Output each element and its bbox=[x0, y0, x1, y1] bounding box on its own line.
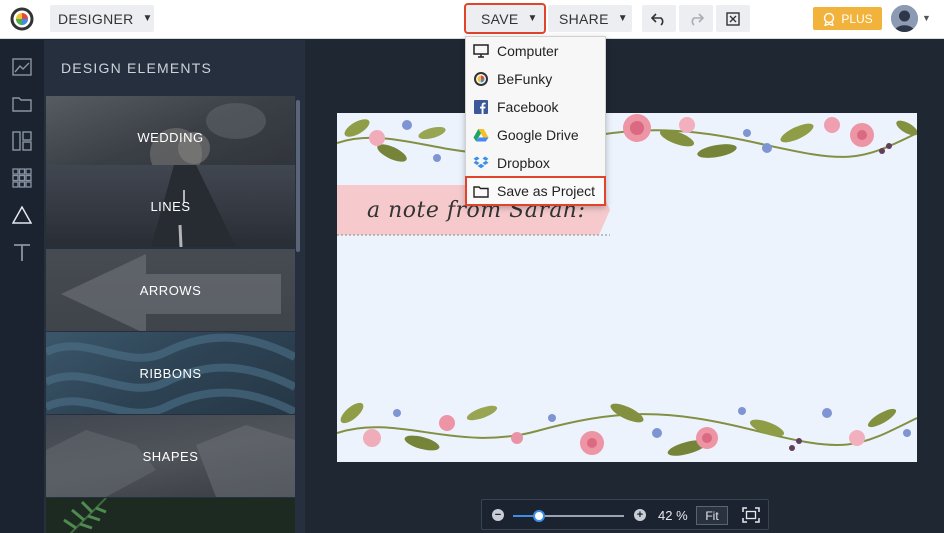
share-label: SHARE bbox=[559, 10, 609, 27]
undo-icon bbox=[651, 12, 664, 26]
tile-label: WEDDING bbox=[137, 129, 204, 145]
save-menu-item-save-as-project[interactable]: Save as Project bbox=[465, 176, 606, 206]
grid-icon[interactable] bbox=[11, 167, 33, 189]
save-menu-item-facebook[interactable]: Facebook bbox=[466, 93, 605, 121]
designer-label: DESIGNER bbox=[58, 10, 134, 27]
chevron-down-icon: ▼ bbox=[527, 13, 538, 24]
close-x-icon bbox=[726, 11, 740, 26]
folder-icon bbox=[473, 183, 489, 199]
befunky-icon bbox=[473, 71, 489, 87]
menu-item-label: Computer bbox=[497, 43, 559, 59]
floral-border-artwork bbox=[337, 114, 917, 456]
chart-icon[interactable] bbox=[11, 56, 33, 78]
save-label: SAVE bbox=[481, 10, 519, 27]
tool-rail bbox=[0, 40, 44, 533]
tile-label: RIBBONS bbox=[139, 365, 202, 381]
zoom-value: 42 % bbox=[658, 508, 688, 523]
tile-label: SHAPES bbox=[142, 448, 199, 464]
triangle-icon[interactable] bbox=[11, 204, 33, 226]
tile-label: LINES bbox=[150, 198, 191, 214]
panel-scrollbar[interactable] bbox=[296, 100, 300, 252]
zoom-slider[interactable] bbox=[513, 510, 624, 522]
plus-label: PLUS bbox=[841, 11, 873, 26]
save-menu-item-dropbox[interactable]: Dropbox bbox=[466, 149, 605, 177]
fit-button[interactable]: Fit bbox=[696, 506, 728, 525]
zoom-out-button[interactable]: − bbox=[492, 509, 504, 521]
fullscreen-icon[interactable] bbox=[742, 507, 760, 523]
chevron-down-icon: ▼ bbox=[617, 13, 628, 24]
avatar[interactable] bbox=[891, 5, 918, 32]
chevron-down-icon: ▼ bbox=[142, 13, 153, 24]
designer-dropdown[interactable]: DESIGNER ▼ bbox=[50, 5, 154, 32]
menu-item-label: Dropbox bbox=[497, 155, 550, 171]
tile-shapes[interactable]: SHAPES bbox=[46, 415, 295, 497]
undo-button[interactable] bbox=[642, 5, 676, 32]
save-menu-item-computer[interactable]: Computer bbox=[466, 37, 605, 65]
zoom-in-button[interactable]: + bbox=[634, 509, 646, 521]
tile-ribbons[interactable]: RIBBONS bbox=[46, 332, 295, 414]
save-menu-item-befunky[interactable]: BeFunky bbox=[466, 65, 605, 93]
text-icon[interactable] bbox=[11, 241, 33, 263]
google-drive-icon bbox=[473, 127, 489, 143]
plus-badge-icon bbox=[824, 12, 835, 26]
computer-icon bbox=[473, 43, 489, 59]
panel-title: DESIGN ELEMENTS bbox=[61, 60, 213, 76]
folder-icon[interactable] bbox=[11, 92, 33, 114]
dropbox-icon bbox=[473, 155, 489, 171]
design-canvas[interactable]: a note from Sarah: bbox=[337, 113, 917, 462]
befunky-logo-icon[interactable] bbox=[10, 7, 34, 31]
tile-label: ARROWS bbox=[139, 282, 202, 298]
close-button[interactable] bbox=[716, 5, 750, 32]
plus-upgrade-button[interactable]: PLUS bbox=[813, 7, 882, 30]
tile-lines[interactable]: LINES bbox=[46, 165, 295, 247]
user-avatar-icon bbox=[891, 5, 918, 32]
zoom-slider-handle[interactable] bbox=[532, 510, 545, 522]
save-menu-item-google-drive[interactable]: Google Drive bbox=[466, 121, 605, 149]
share-button[interactable]: SHARE ▼ bbox=[548, 5, 632, 32]
zoom-bar: − + 42 % Fit bbox=[481, 499, 769, 530]
save-button[interactable]: SAVE ▼ bbox=[464, 3, 546, 34]
facebook-icon bbox=[473, 99, 489, 115]
top-toolbar: DESIGNER ▼ SAVE ▼ SHARE ▼ PLUS ▼ bbox=[0, 0, 944, 39]
tile-arrows[interactable]: ARROWS bbox=[46, 249, 295, 331]
menu-item-label: Save as Project bbox=[497, 183, 596, 199]
chevron-down-icon[interactable]: ▼ bbox=[922, 13, 931, 23]
menu-item-label: Google Drive bbox=[497, 127, 579, 143]
tile-fern[interactable] bbox=[46, 498, 295, 533]
save-menu: Computer BeFunky Facebook Google Drive D… bbox=[465, 36, 606, 206]
layout-icon[interactable] bbox=[11, 130, 33, 152]
menu-item-label: Facebook bbox=[497, 99, 559, 115]
design-elements-panel: DESIGN ELEMENTS WEDDING LINES ARROWS RIB… bbox=[44, 40, 305, 533]
redo-icon bbox=[691, 12, 704, 26]
menu-item-label: BeFunky bbox=[497, 71, 553, 87]
redo-button[interactable] bbox=[679, 5, 713, 32]
